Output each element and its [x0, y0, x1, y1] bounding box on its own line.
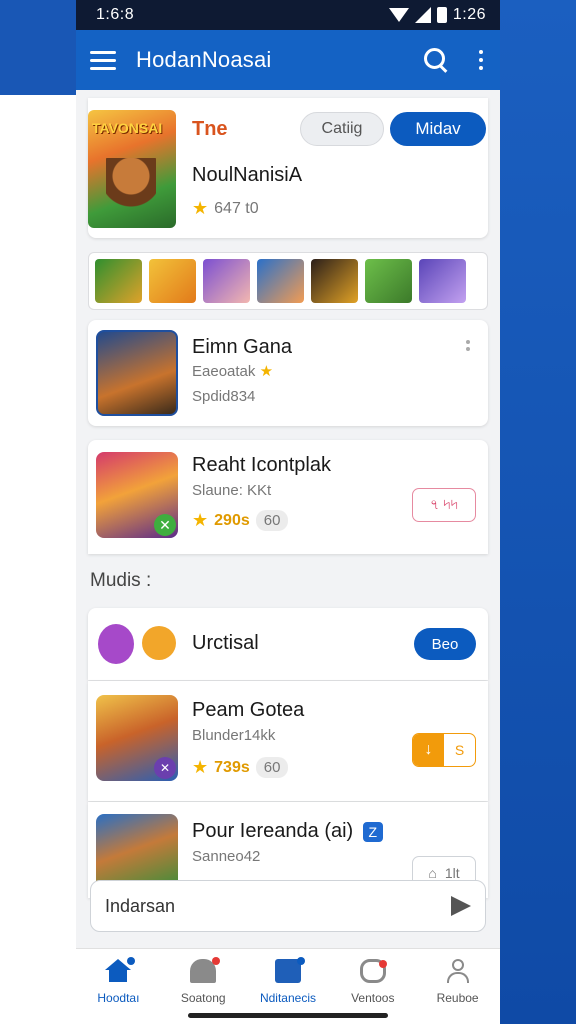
content: TAVONSAI Tne Catiig Midav NoulNanisiA ★ … — [76, 98, 500, 898]
game-subtitle-2: Spdid834 — [192, 388, 256, 405]
store-icon — [190, 957, 221, 983]
thumbnail-strip — [88, 252, 488, 310]
rating-row: ★ 290s 60 — [192, 510, 289, 531]
action-text: S — [454, 742, 465, 758]
game-badge-icon: ✕ — [154, 514, 176, 536]
game-title: Pour Iereanda (ai) Z — [192, 820, 383, 843]
list-item[interactable]: ✕ Reaht Icontplak Slaune: KKt ★ 290s 60 … — [88, 440, 488, 554]
thumbnail-4[interactable] — [257, 259, 304, 303]
featured-card[interactable]: TAVONSAI Tne Catiig Midav NoulNanisiA ★ … — [88, 98, 488, 238]
game-subtitle: Slaune: KKt — [192, 482, 272, 499]
game-subtitle: Eaeoatak ★ — [192, 363, 274, 380]
game-subtitle: Sanneo42 — [192, 848, 261, 865]
nav-label: Ventoos — [351, 991, 395, 1005]
game-title: Peam Gotea — [192, 699, 305, 721]
search-icon[interactable] — [424, 48, 448, 72]
star-icon: ★ — [192, 757, 209, 777]
thumbnail-7[interactable] — [419, 259, 466, 303]
featured-tag: Tne — [192, 118, 228, 140]
status-time: 1:6:8 — [96, 6, 135, 23]
download-icon: ↓ — [413, 734, 444, 766]
game-badge-icon: ✕ — [154, 757, 176, 779]
status-bar: 1:6:8 1:26 — [76, 0, 500, 30]
message-input[interactable] — [105, 895, 451, 917]
featured-rating-value: 647 t0 — [214, 199, 259, 217]
nav-item-home[interactable]: Hoodtaı — [76, 949, 161, 1024]
action-text: 1lt — [444, 865, 460, 881]
nav-label: Hoodtaı — [97, 991, 140, 1005]
thumbnail-3[interactable] — [203, 259, 250, 303]
game-icon: ✕ — [96, 452, 178, 538]
featured-name: NoulNanisiA — [192, 164, 303, 186]
character-illustration — [106, 158, 156, 218]
verified-badge-icon: Z — [362, 822, 383, 842]
more-options-icon[interactable] — [466, 340, 470, 351]
nav-item-profile[interactable]: Reuboe — [415, 949, 500, 1024]
signal-icon — [414, 7, 431, 23]
nav-label: Nditanecis — [259, 991, 316, 1005]
gesture-bar — [188, 1013, 388, 1018]
wifi-icon — [388, 8, 409, 22]
hamburger-menu-icon[interactable] — [90, 50, 116, 70]
chat-icon — [359, 959, 387, 983]
thumbnail-5[interactable] — [311, 259, 358, 303]
featured-art[interactable]: TAVONSAI — [88, 110, 176, 228]
promo-item[interactable]: Urctisal Beo — [88, 608, 488, 680]
send-icon[interactable] — [451, 896, 471, 916]
primary-button[interactable]: Midav — [390, 112, 486, 146]
home-icon — [105, 957, 136, 983]
rating-value: 290s — [214, 511, 250, 529]
list-item[interactable]: ✕ Peam Gotea Blunder14kk ★ 739s 60 ↓ S — [88, 681, 488, 801]
game-icon: ✕ — [96, 695, 178, 781]
action-button[interactable]: ৭ ৸৸ — [412, 488, 476, 522]
nav-label: Soatong — [180, 991, 226, 1005]
count-chip: 60 — [255, 757, 289, 778]
thumbnail-6[interactable] — [365, 259, 412, 303]
rating-value: 739s — [214, 758, 250, 776]
game-icon — [96, 330, 178, 416]
promo-title: Urctisal — [192, 632, 259, 654]
app-bar: HodanNoasai — [76, 30, 500, 90]
count-chip: 60 — [255, 510, 289, 531]
battery-text: 1:26 — [452, 6, 486, 23]
game-title: Reaht Icontplak — [192, 454, 331, 476]
promo-icon — [98, 624, 178, 664]
thumbnail-2[interactable] — [149, 259, 196, 303]
star-icon: ★ — [192, 510, 209, 530]
featured-art-logo: TAVONSAI — [92, 120, 163, 136]
game-title: Eimn Gana — [192, 336, 293, 358]
app-title: HodanNoasai — [136, 47, 272, 72]
promo-button[interactable]: Beo — [414, 628, 476, 660]
status-icons: 1:26 — [388, 6, 486, 24]
list-item[interactable]: Eimn Gana Eaeoatak ★ Spdid834 — [88, 320, 488, 426]
catalog-button[interactable]: Catiig — [300, 112, 384, 146]
phone-screen: 1:6:8 1:26 HodanNoasai TAVONSAI Tne Cati… — [76, 0, 500, 1024]
news-icon — [274, 957, 305, 983]
rating-row: ★ 739s 60 — [192, 757, 289, 778]
bottom-navigation: Hoodtaı Soatong Nditanecis Ventoos Reubo… — [76, 948, 500, 1024]
profile-icon — [445, 959, 471, 983]
game-subtitle: Blunder14kk — [192, 727, 276, 744]
battery-icon — [436, 7, 447, 23]
section-title: Mudis : — [90, 570, 152, 591]
action-button[interactable]: ↓ S — [412, 733, 476, 767]
nav-label: Reuboe — [436, 991, 479, 1005]
more-vert-icon[interactable] — [476, 50, 486, 70]
background-left — [0, 95, 76, 1024]
message-input-bar — [90, 880, 486, 932]
background-right — [500, 0, 576, 1024]
featured-rating: ★ 647 t0 — [192, 198, 259, 219]
thumbnail-1[interactable] — [95, 259, 142, 303]
star-icon: ★ — [192, 198, 209, 218]
home-outline-icon: ⌂ — [428, 865, 437, 881]
